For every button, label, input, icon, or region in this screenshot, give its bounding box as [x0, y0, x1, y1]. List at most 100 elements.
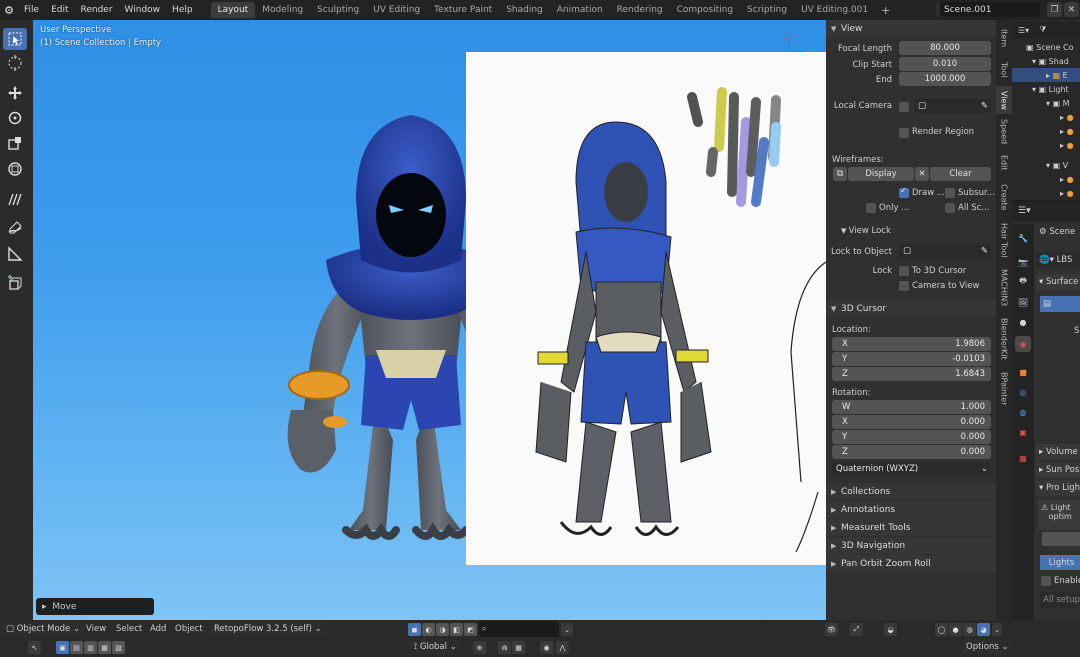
wireframe-clear-button[interactable]: Clear [930, 167, 991, 181]
cursor-rotation-x-field[interactable]: X 0.000 [832, 415, 991, 429]
lights-button[interactable]: Lights [1040, 555, 1080, 570]
eyedropper-icon[interactable]: ✎ [981, 246, 988, 256]
chevron-down-icon[interactable]: ⌄ [561, 623, 573, 636]
select-box-tool-icon[interactable] [3, 28, 27, 50]
eyedropper-icon[interactable]: ✎ [981, 101, 988, 111]
outliner-sub-collection[interactable]: ▾ ▣ M [1012, 96, 1080, 110]
volume-panel-header[interactable]: ▸ Volume [1036, 444, 1080, 460]
tab-uv-editing[interactable]: UV Editing [366, 2, 427, 18]
editor-type-icon[interactable]: ☰▾ [1018, 26, 1029, 35]
add-cube-tool-icon[interactable] [3, 272, 27, 294]
delete-scene-icon[interactable]: ✕ [1064, 2, 1079, 17]
rendered-shading-icon[interactable]: ◕ [977, 623, 990, 636]
outliner-light-item[interactable]: ▸ ● [1012, 110, 1080, 124]
visibility-icon[interactable]: 👁 [825, 623, 838, 636]
pan-orbit-section-header[interactable]: ▶ Pan Orbit Zoom Roll [826, 555, 996, 572]
retopoflow-dropdown[interactable]: RetopoFlow 3.2.5 (self) ⌄ [210, 621, 326, 637]
cursor-rotation-y-field[interactable]: Y 0.000 [832, 430, 991, 444]
scale-tool-icon[interactable] [3, 132, 27, 154]
transform-tool-icon[interactable] [3, 158, 27, 180]
tab-scripting[interactable]: Scripting [740, 2, 794, 18]
material-shading-icon[interactable]: ◍ [963, 623, 976, 636]
wireframe-display-icon[interactable]: ⧉ [833, 167, 847, 181]
cursor-location-x-field[interactable]: X 1.9806 [832, 337, 991, 351]
tab-uv-editing-001[interactable]: UV Editing.001 [794, 2, 875, 18]
menu-help[interactable]: Help [166, 0, 199, 20]
snap-target-icon[interactable]: ▦ [512, 641, 525, 654]
view-lock-header[interactable]: ▼ View Lock [841, 226, 891, 236]
outliner-light-item[interactable]: ▸ ● [1012, 124, 1080, 138]
scene-tab-icon[interactable]: ● [1015, 314, 1031, 330]
annotate-tool-icon[interactable] [3, 188, 27, 210]
outliner-light-item[interactable]: ▸ ● [1012, 172, 1080, 186]
snap-icon[interactable]: ⋒ [498, 641, 511, 654]
tab-machin3[interactable]: MACHIN3 [996, 264, 1012, 312]
shading-solid-icon[interactable]: ◼ [408, 623, 421, 636]
draw-tool-icon[interactable] [3, 217, 27, 239]
tab-texture-paint[interactable]: Texture Paint [427, 2, 499, 18]
tab-shading[interactable]: Shading [499, 2, 550, 18]
menu-add[interactable]: Add [150, 621, 166, 637]
outliner-sub-collection[interactable]: ▾ ▣ V [1012, 158, 1080, 172]
cursor-location-y-field[interactable]: Y -0.0103 [832, 352, 991, 366]
enable-checkbox[interactable] [1041, 576, 1051, 586]
3d-cursor-section-header[interactable]: ▼ 3D Cursor [826, 300, 996, 317]
reference-image[interactable] [466, 52, 826, 565]
lock-to-object-field[interactable]: ▢ ✎ [899, 244, 991, 258]
transform-orientation-dropdown[interactable]: ⟟ Global ⌄ [410, 639, 461, 655]
tab-tool[interactable]: Tool [996, 56, 1012, 84]
tab-modeling[interactable]: Modeling [255, 2, 310, 18]
cursor-tool-icon[interactable] [3, 52, 27, 74]
xray-icon[interactable]: ◧ [450, 623, 463, 636]
outliner-scene-collection[interactable]: ▣ Scene Co [1012, 40, 1080, 54]
scene-name-field[interactable]: Scene.001 [940, 2, 1040, 17]
menu-edit[interactable]: Edit [45, 0, 74, 20]
menu-render[interactable]: Render [75, 0, 119, 20]
clip-end-field[interactable]: 1000.000 [899, 72, 991, 86]
select-new-icon[interactable]: ▣ [56, 641, 69, 654]
data-tab-icon[interactable]: ▣ [1015, 424, 1031, 440]
object-tab-icon[interactable]: ■ [1015, 364, 1031, 380]
all-setup-field[interactable]: All setup [1040, 592, 1080, 608]
collections-section-header[interactable]: ▶ Collections [826, 483, 996, 500]
tab-sculpting[interactable]: Sculpting [310, 2, 366, 18]
overlays-icon[interactable]: ◒ [884, 623, 897, 636]
wireframe-clear-icon[interactable]: ✕ [915, 167, 929, 181]
local-camera-field[interactable]: ▢ ✎ [914, 99, 991, 113]
tab-compositing[interactable]: Compositing [670, 2, 740, 18]
all-scenes-checkbox[interactable] [945, 203, 955, 213]
select-subtract-icon[interactable]: ▥ [84, 641, 97, 654]
render-tab-icon[interactable]: 📷 [1015, 254, 1031, 270]
outliner-light-item[interactable]: ▸ ● [1012, 138, 1080, 152]
output-tab-icon[interactable]: 🖶 [1015, 274, 1031, 290]
subsurf-checkbox[interactable] [945, 188, 955, 198]
surface-panel-header[interactable]: ▾ Surface [1036, 274, 1080, 290]
falloff-icon[interactable]: ⋀ [556, 641, 569, 654]
tool-tab-icon[interactable]: 🔧 [1015, 230, 1031, 246]
wireframe-icon[interactable]: ◩ [464, 623, 477, 636]
outliner-light-item[interactable]: ▸ ● [1012, 186, 1080, 200]
menu-window[interactable]: Window [119, 0, 167, 20]
add-workspace-button[interactable]: + [875, 4, 896, 17]
pivot-point-icon[interactable]: ⊕ [473, 641, 486, 654]
tab-rendering[interactable]: Rendering [610, 2, 670, 18]
gizmo-toggle-icon[interactable]: ⤢ [850, 623, 863, 636]
view-section-header[interactable]: ▼ View [826, 20, 996, 37]
tab-hair-tool[interactable]: Hair Tool [996, 218, 1012, 262]
options-dropdown[interactable]: Options ⌄ [962, 639, 1013, 655]
lock-to-cursor-checkbox[interactable] [899, 266, 909, 276]
tweak-cursor-icon[interactable]: ↖ [28, 641, 41, 654]
cursor-location-z-field[interactable]: Z 1.6843 [832, 367, 991, 381]
tab-speed[interactable]: Speed [996, 116, 1012, 148]
cursor-rotation-w-field[interactable]: W 1.000 [832, 400, 991, 414]
rotation-mode-dropdown[interactable]: Quaternion (WXYZ) ⌄ [832, 462, 991, 476]
tab-create[interactable]: Create [996, 178, 1012, 216]
draw-checkbox[interactable] [899, 186, 909, 198]
tab-blenderkit[interactable]: BlenderKit [996, 314, 1012, 364]
3d-viewport[interactable]: User Perspective (1) Scene Collection | … [33, 20, 826, 620]
pro-lighting-panel-header[interactable]: ▾ Pro Ligh [1036, 480, 1080, 496]
shading-rendered-icon[interactable]: ◑ [436, 623, 449, 636]
cursor-rotation-z-field[interactable]: Z 0.000 [832, 445, 991, 459]
outliner-shading-collection[interactable]: ▾ ▣ Shad [1012, 54, 1080, 68]
world-selector[interactable]: 🌐▾ LBS [1036, 252, 1080, 268]
